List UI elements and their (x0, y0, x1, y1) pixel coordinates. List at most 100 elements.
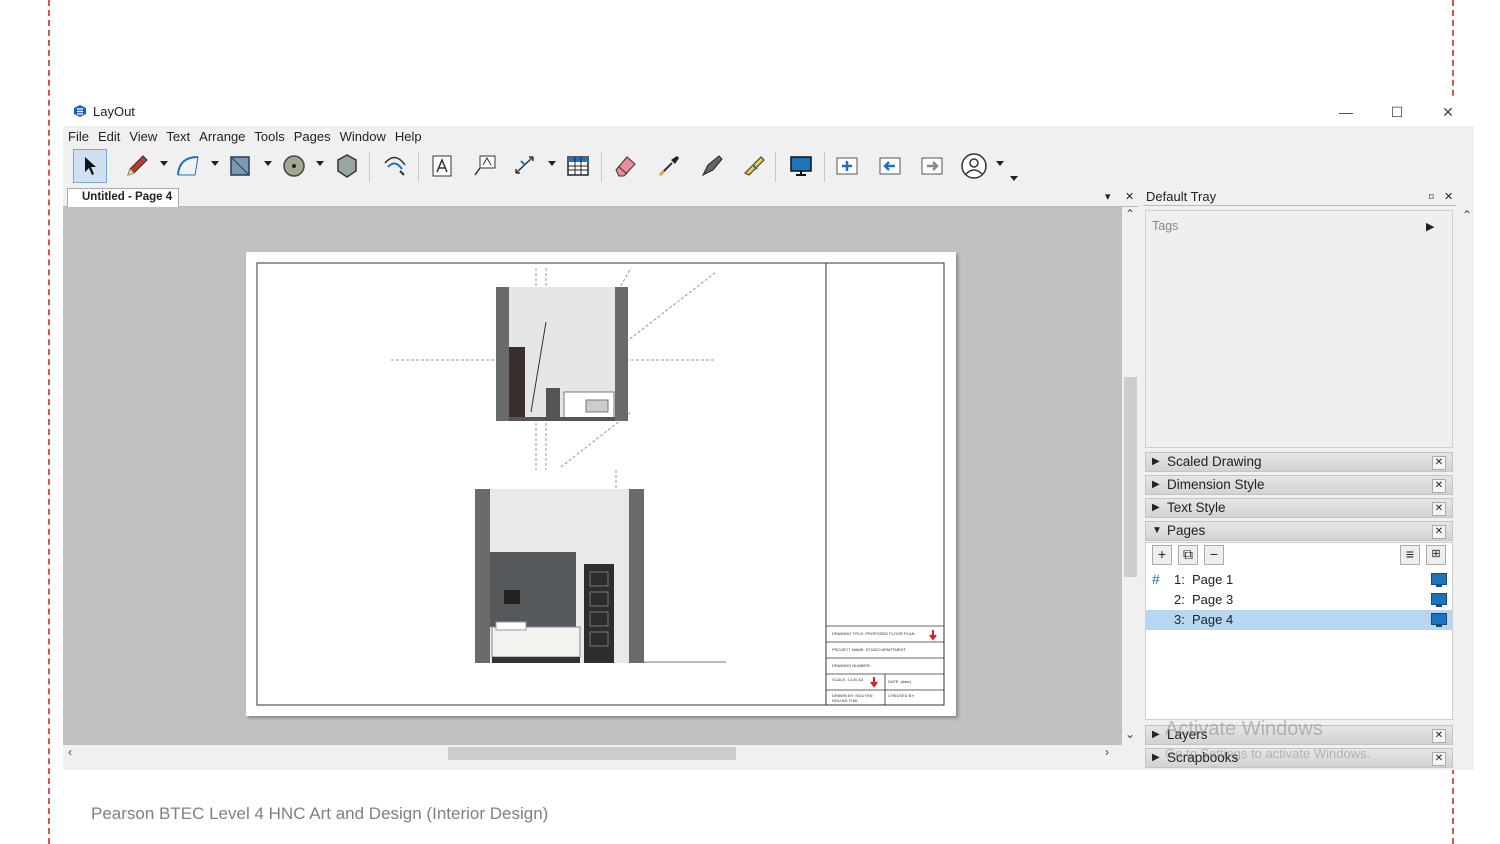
scroll-right-icon[interactable]: › (1105, 745, 1109, 759)
paper-sheet[interactable]: DRAWING TITLE: PROPOSED FLOOR PLAN PROJE… (246, 252, 956, 716)
panel-label: Scaled Drawing (1167, 454, 1262, 469)
pencil-tool-icon[interactable] (120, 149, 154, 183)
scale-warning-arrow-icon (870, 677, 878, 688)
panel-close-icon[interactable]: ✕ (1432, 752, 1446, 766)
arc-dropdown-icon[interactable] (211, 161, 219, 166)
table-tool-icon[interactable] (561, 149, 595, 183)
menu-arrange[interactable]: Arrange (199, 129, 245, 144)
tray-header: Default Tray ⌑ ✕ (1143, 188, 1456, 206)
tray-scroll-up-icon[interactable]: ⌃ (1462, 208, 1472, 222)
activate-windows-title: Activate Windows (1165, 718, 1323, 740)
panel-close-icon[interactable]: ✕ (1432, 729, 1446, 743)
panel-dimension-style[interactable]: ▶ Dimension Style ✕ (1145, 475, 1453, 495)
arc-tool-icon[interactable] (171, 149, 205, 183)
toolbar-separator (418, 152, 419, 182)
title-block-scale: SCALE: 1:100 A3 (832, 677, 864, 682)
account-icon[interactable] (957, 149, 991, 183)
lower-elevation (475, 470, 726, 663)
page-row[interactable]: 1: Page 1 (1146, 570, 1452, 590)
add-page-icon[interactable] (830, 149, 864, 183)
page-name: Page 1 (1192, 572, 1234, 587)
menu-tools[interactable]: Tools (254, 129, 284, 144)
tags-expand-icon[interactable]: ▶ (1426, 220, 1434, 233)
vertical-scrollbar[interactable]: ⌃ ⌄ (1122, 207, 1139, 745)
page-number: 3: (1174, 612, 1185, 627)
scroll-down-icon[interactable]: ⌄ (1125, 727, 1135, 741)
text-tool-icon[interactable] (425, 149, 459, 183)
menu-help[interactable]: Help (395, 129, 422, 144)
duplicate-page-button[interactable]: ⧉ (1178, 545, 1198, 565)
add-page-button[interactable]: + (1152, 545, 1172, 565)
layout-app-icon (74, 105, 86, 117)
account-dropdown-icon[interactable] (996, 161, 1004, 166)
page-row[interactable]: 2: Page 3 (1146, 590, 1452, 610)
tab-close-icon[interactable]: ✕ (1125, 190, 1134, 203)
list-view-icon[interactable]: ≡ (1400, 545, 1420, 565)
activate-windows-subtitle: Go to Settings to activate Windows. (1165, 746, 1371, 761)
thumbnail-view-icon[interactable]: ⊞ (1426, 545, 1446, 565)
rectangle-tool-icon[interactable] (223, 149, 257, 183)
collapsed-triangle-icon: ▶ (1152, 502, 1160, 513)
main-toolbar (63, 146, 1474, 188)
join-tool-icon[interactable] (737, 149, 771, 183)
label-tool-icon[interactable] (468, 149, 502, 183)
polygon-tool-icon[interactable] (330, 149, 364, 183)
presentation-monitor-icon[interactable] (1431, 613, 1447, 627)
left-margin-guide (48, 0, 50, 844)
tray-close-icon[interactable]: ✕ (1444, 188, 1453, 206)
next-page-icon[interactable] (915, 149, 949, 183)
toolbar-overflow-icon[interactable] (1010, 176, 1018, 181)
menu-view[interactable]: View (129, 129, 157, 144)
presentation-tool-icon[interactable] (784, 149, 818, 183)
split-tool-icon[interactable] (695, 149, 729, 183)
horizontal-scrollbar[interactable]: ‹ › (63, 745, 1122, 762)
eyedropper-tool-icon[interactable] (652, 149, 686, 183)
menu-pages[interactable]: Pages (294, 129, 331, 144)
scroll-left-icon[interactable]: ‹ (68, 745, 72, 759)
eraser-tool-icon[interactable] (608, 149, 642, 183)
menu-edit[interactable]: Edit (98, 129, 120, 144)
menu-file[interactable]: File (68, 129, 89, 144)
panel-close-icon[interactable]: ✕ (1432, 479, 1446, 493)
remove-page-button[interactable]: − (1204, 545, 1224, 565)
previous-page-icon[interactable] (873, 149, 907, 183)
vertical-scroll-thumb[interactable] (1124, 377, 1137, 577)
toolbar-separator (824, 152, 825, 182)
dimension-tool-icon[interactable] (509, 149, 543, 183)
rectangle-dropdown-icon[interactable] (264, 161, 272, 166)
tray-scrollbar[interactable]: ⌃ (1460, 208, 1474, 770)
circle-tool-icon[interactable] (277, 149, 311, 183)
minimize-button[interactable]: — (1323, 98, 1369, 126)
presentation-monitor-icon[interactable] (1431, 593, 1447, 607)
tab-menu-icon[interactable]: ▾ (1105, 190, 1111, 203)
title-block-drawn-by: DRAWN BY: NGUYEN NGU AN THAI (832, 693, 873, 703)
panel-scaled-drawing[interactable]: ▶ Scaled Drawing ✕ (1145, 452, 1453, 472)
maximize-button[interactable]: ☐ (1374, 98, 1420, 126)
panel-close-icon[interactable]: ✕ (1432, 456, 1446, 470)
upper-elevation (391, 267, 717, 470)
document-tab[interactable]: Untitled - Page 4 (67, 188, 180, 207)
tags-label: Tags (1152, 219, 1179, 233)
dimension-dropdown-icon[interactable] (548, 161, 556, 166)
circle-dropdown-icon[interactable] (316, 161, 324, 166)
offset-tool-icon[interactable] (378, 149, 412, 183)
tray-pin-icon[interactable]: ⌑ (1429, 188, 1434, 206)
panel-close-icon[interactable]: ✕ (1432, 525, 1446, 539)
panel-close-icon[interactable]: ✕ (1432, 502, 1446, 516)
slide-footer: Pearson BTEC Level 4 HNC Art and Design … (91, 804, 549, 823)
scroll-up-icon[interactable]: ⌃ (1125, 207, 1135, 221)
tray-title: Default Tray (1146, 189, 1217, 204)
menu-window[interactable]: Window (340, 129, 386, 144)
panel-text-style[interactable]: ▶ Text Style ✕ (1145, 498, 1453, 518)
panel-pages[interactable]: ▼ Pages ✕ (1145, 521, 1453, 541)
select-tool-icon[interactable] (73, 149, 107, 183)
page-row-selected[interactable]: 3: Page 4 (1146, 610, 1452, 630)
tags-panel: Tags ▶ (1145, 210, 1453, 448)
horizontal-scroll-thumb[interactable] (448, 747, 736, 760)
drawing-canvas[interactable]: DRAWING TITLE: PROPOSED FLOOR PLAN PROJE… (63, 207, 1122, 745)
close-button[interactable]: ✕ (1425, 98, 1471, 126)
document-tab-row: Untitled - Page 4 ▾ ✕ (63, 188, 1139, 207)
presentation-monitor-icon[interactable] (1431, 573, 1447, 587)
menu-text[interactable]: Text (166, 129, 190, 144)
pencil-dropdown-icon[interactable] (160, 161, 168, 166)
